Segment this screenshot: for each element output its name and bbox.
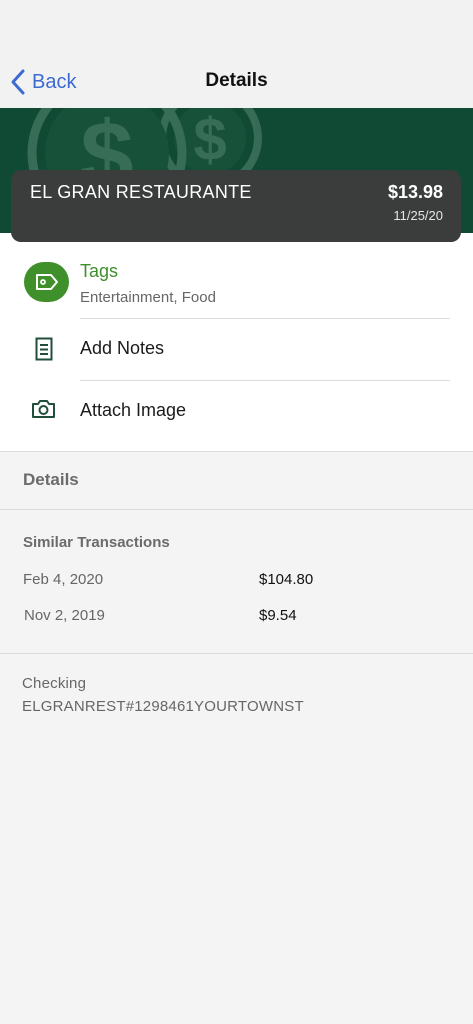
divider <box>80 380 450 381</box>
add-notes-row[interactable]: Add Notes <box>0 333 473 369</box>
tags-label: Tags <box>80 261 119 281</box>
add-notes-label: Add Notes <box>80 338 165 358</box>
tags-value: Entertainment, Food <box>80 289 216 306</box>
page-title: Details <box>205 70 268 91</box>
divider <box>0 509 473 510</box>
nav-bar: Back Details <box>0 0 473 108</box>
transaction-card: EL GRAN RESTAURANTE $13.98 11/25/20 <box>11 170 461 242</box>
actions-panel: Tags Entertainment, Food Add Notes Attac… <box>0 233 473 451</box>
details-section-title: Details <box>23 470 79 489</box>
tags-row[interactable]: Tags Entertainment, Food <box>0 259 473 319</box>
transaction-amount: $13.98 <box>387 182 443 202</box>
similar-transactions-title: Similar Transactions <box>23 534 170 551</box>
similar-amount: $9.54 <box>259 607 297 624</box>
similar-amount: $104.80 <box>259 571 314 588</box>
account-name: Checking <box>22 675 87 692</box>
similar-date: Feb 4, 2020 <box>23 571 104 588</box>
transaction-description: ELGRANREST#1298461YOURTOWNST <box>22 698 304 715</box>
svg-text:$: $ <box>193 108 226 173</box>
camera-icon <box>32 400 55 418</box>
divider <box>0 451 473 452</box>
notes-icon <box>35 337 53 361</box>
attach-image-label: Attach Image <box>80 400 187 420</box>
similar-date: Nov 2, 2019 <box>24 607 105 624</box>
tag-icon <box>24 262 69 302</box>
transaction-date: 11/25/20 <box>393 208 443 223</box>
divider <box>80 318 450 319</box>
merchant-name: EL GRAN RESTAURANTE <box>30 182 252 202</box>
divider <box>0 653 473 654</box>
attach-image-row[interactable]: Attach Image <box>0 394 473 430</box>
